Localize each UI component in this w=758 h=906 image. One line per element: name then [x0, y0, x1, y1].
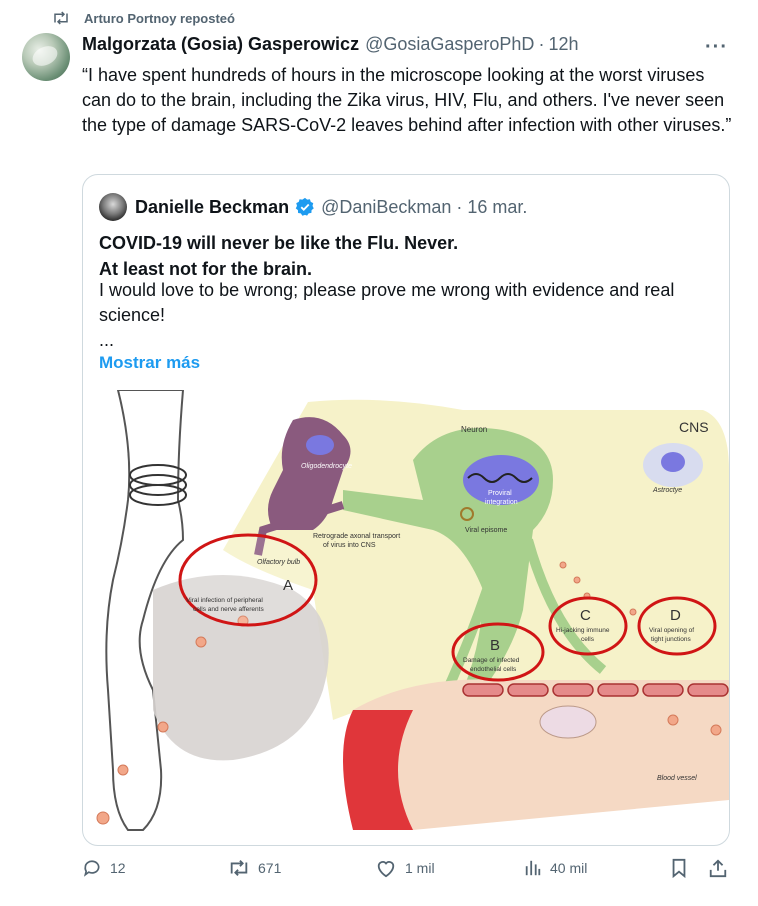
author-handle[interactable]: @GosiaGasperoPhD: [365, 34, 534, 55]
label-b-text-2: endothelial cells: [470, 666, 517, 673]
quote-author-name[interactable]: Danielle Beckman: [135, 197, 289, 218]
tweet-time[interactable]: 12h: [548, 34, 578, 55]
separator-dot: ·: [538, 34, 545, 54]
immune-cell: [539, 705, 597, 739]
label-d-text-2: tight junctions: [651, 636, 691, 643]
astrocyte-nucleus: [661, 452, 685, 472]
label-a: A: [283, 577, 293, 594]
quote-bold-text: COVID-19 will never be like the Flu. Nev…: [99, 230, 458, 282]
bookmark-icon: [672, 858, 686, 878]
oligodendrocyte-nucleus: [306, 435, 334, 455]
show-more-link[interactable]: Mostrar más: [99, 353, 200, 373]
view-count: 40 mil: [550, 860, 588, 876]
label-cns: CNS: [679, 419, 709, 435]
blood-vessel: [353, 679, 729, 830]
label-astrocyte: Astroctye: [652, 487, 682, 494]
like-button[interactable]: 1 mil: [375, 858, 435, 878]
like-count: 1 mil: [405, 860, 435, 876]
label-proviral-2: integration: [485, 499, 518, 506]
quote-image[interactable]: CNS Neuron Oligodendrocyte Proviral inte…: [83, 390, 729, 845]
share-button[interactable]: [708, 858, 736, 878]
reply-count: 12: [110, 860, 126, 876]
repost-indicator[interactable]: Arturo Portnoy reposteó: [52, 8, 235, 28]
label-oligodendrocyte: Oligodendrocyte: [301, 463, 352, 470]
quote-avatar[interactable]: [99, 193, 127, 221]
tweet-text: “I have spent hundreds of hours in the m…: [82, 65, 732, 135]
label-c: C: [580, 607, 591, 624]
quote-ellipsis: ...: [99, 330, 115, 350]
label-viral-episome: Viral episome: [465, 527, 507, 534]
more-icon[interactable]: ···: [705, 36, 728, 59]
tweet-header: Malgorzata (Gosia) Gasperowicz @GosiaGas…: [82, 34, 738, 55]
quote-text: I would love to be wrong; please prove m…: [99, 280, 675, 325]
author-name[interactable]: Malgorzata (Gosia) Gasperowicz: [82, 34, 359, 55]
quote-handle[interactable]: @DaniBeckman: [321, 197, 451, 218]
share-icon: [709, 859, 727, 878]
repost-text: Arturo Portnoy reposteó: [84, 10, 235, 26]
label-retrograde-2: of virus into CNS: [323, 542, 376, 549]
label-proviral-1: Proviral: [488, 490, 512, 497]
quote-header: Danielle Beckman @DaniBeckman · 16 mar.: [99, 193, 527, 221]
bookmark-button[interactable]: [670, 858, 696, 878]
label-neuron: Neuron: [461, 425, 487, 434]
views-button[interactable]: 40 mil: [524, 858, 587, 878]
label-b-text-1: Damage of infected: [463, 657, 520, 664]
label-c-text-2: cells: [581, 636, 595, 643]
repost-icon: [230, 860, 248, 876]
verified-icon: [295, 197, 314, 216]
label-a-text-2: cells and nerve afferents: [193, 606, 264, 613]
repost-count: 671: [258, 860, 282, 876]
separator-dot: ·: [456, 196, 463, 217]
neuron-nucleus: [463, 455, 539, 505]
label-blood-vessel: Blood vessel: [657, 775, 697, 782]
label-d-text-1: Viral opening of: [649, 627, 694, 634]
reply-icon: [83, 860, 100, 877]
label-c-text-1: Hi-jacking immune: [556, 627, 610, 634]
label-retrograde-1: Retrograde axonal transport: [313, 533, 400, 540]
repost-button[interactable]: 671: [228, 858, 281, 878]
quoted-tweet[interactable]: Danielle Beckman @DaniBeckman · 16 mar. …: [82, 174, 730, 846]
reply-button[interactable]: 12: [82, 858, 126, 878]
label-a-text-1: Viral infection of peripheral: [186, 597, 263, 604]
avatar[interactable]: [22, 33, 70, 81]
quote-date[interactable]: 16 mar.: [467, 197, 527, 218]
label-b: B: [490, 637, 500, 654]
label-d: D: [670, 607, 681, 624]
heart-icon: [377, 861, 395, 878]
repost-icon: [54, 11, 68, 25]
label-olfactory-bulb: Olfactory bulb: [257, 559, 300, 566]
quote-bold-line1: COVID-19 will never be like the Flu. Nev…: [99, 233, 459, 253]
action-bar: 12 671 1 mil 40 mil: [82, 858, 732, 892]
views-icon: [525, 860, 541, 876]
